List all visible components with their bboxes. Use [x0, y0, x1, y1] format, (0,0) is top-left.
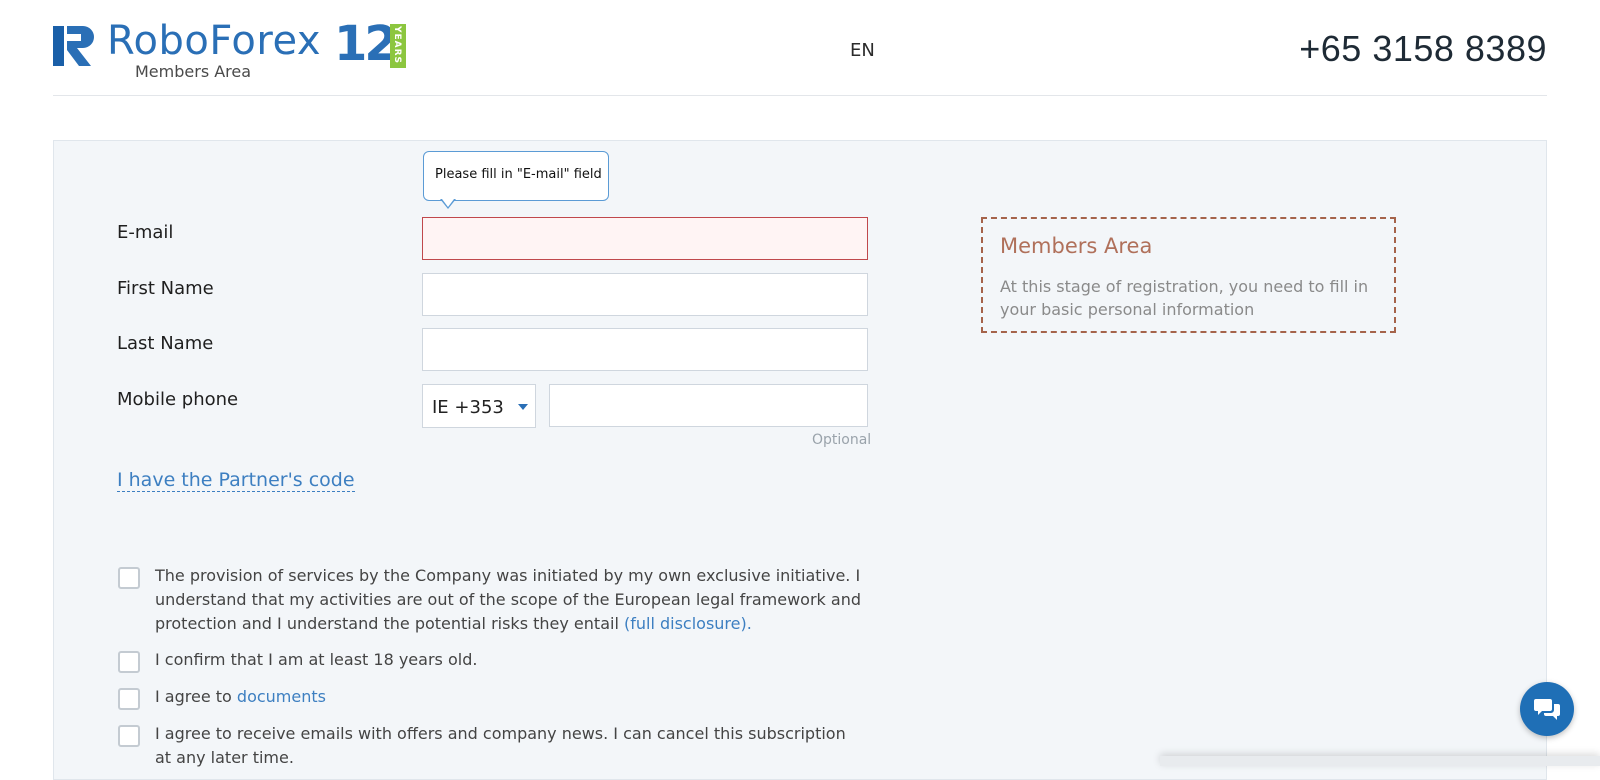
brand-subtitle: Members Area: [135, 62, 252, 81]
brand-years-badge: YEARS: [390, 24, 406, 68]
mobile-phone-label: Mobile phone: [117, 389, 239, 410]
own-initiative-text: The provision of services by the Company…: [155, 566, 861, 633]
checkbox-own-initiative[interactable]: [118, 567, 140, 589]
email-label: E-mail: [117, 222, 174, 243]
last-name-label: Last Name: [117, 333, 214, 354]
brand-name: RoboForex: [107, 18, 322, 64]
info-text: At this stage of registration, you need …: [1000, 277, 1369, 319]
first-name-field[interactable]: [422, 273, 868, 316]
newsletter-text: I agree to receive emails with offers an…: [155, 724, 846, 767]
checkbox-documents-text: I agree to documents: [155, 685, 865, 709]
phone-number[interactable]: +65 3158 8389: [1299, 28, 1547, 70]
checkbox-age-confirm[interactable]: [118, 651, 140, 673]
caret-down-icon: [518, 404, 528, 410]
roboforex-logo-icon: [53, 26, 94, 66]
age-confirm-text: I confirm that I am at least 18 years ol…: [155, 650, 478, 669]
bottom-popup-edge: [1160, 756, 1600, 766]
partner-code-link[interactable]: I have the Partner's code: [117, 469, 355, 492]
mobile-phone-field[interactable]: [549, 384, 868, 427]
first-name-label: First Name: [117, 278, 214, 299]
validation-tooltip: Please fill in "E-mail" field: [423, 151, 609, 201]
optional-hint: Optional: [812, 432, 872, 448]
email-field[interactable]: [422, 217, 868, 260]
members-area-info: Members Area At this stage of registrati…: [981, 217, 1396, 333]
checkbox-documents[interactable]: [118, 688, 140, 710]
roboforex-logo[interactable]: RoboForex 12 YEARS Members Area: [53, 16, 413, 82]
checkbox-own-initiative-text: The provision of services by the Company…: [155, 564, 865, 636]
checkbox-newsletter[interactable]: [118, 725, 140, 747]
agree-documents-text: I agree to: [155, 687, 232, 706]
documents-link[interactable]: documents: [237, 687, 326, 706]
info-title: Members Area: [1000, 234, 1153, 258]
header: RoboForex 12 YEARS Members Area EN +65 3…: [53, 0, 1547, 96]
full-disclosure-link[interactable]: (full disclosure).: [624, 614, 752, 633]
chat-button[interactable]: [1520, 682, 1574, 736]
language-selector[interactable]: EN: [850, 40, 875, 61]
brand-years-number: 12: [334, 16, 398, 72]
tooltip-arrow-inner: [442, 199, 454, 207]
last-name-field[interactable]: [422, 328, 868, 371]
chat-bubbles-icon: [1534, 699, 1560, 720]
brand-years-label: YEARS: [392, 26, 402, 65]
